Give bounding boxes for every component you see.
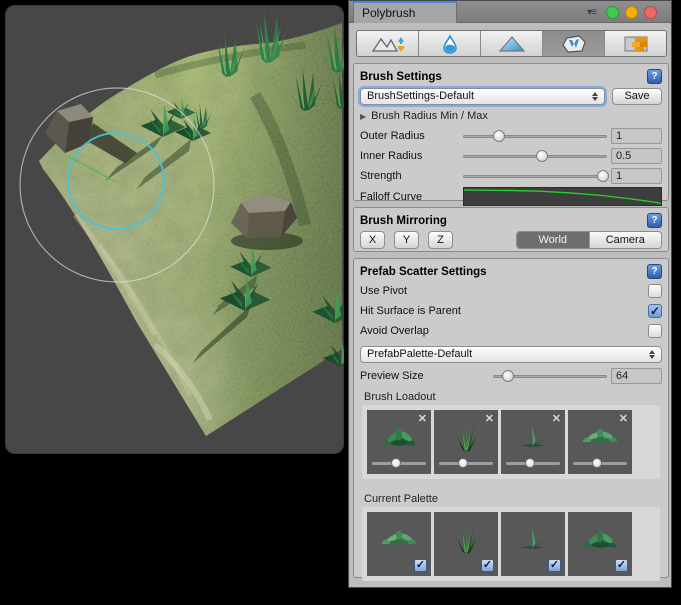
palette-item-4[interactable]: ✓: [568, 512, 632, 576]
inner-radius-slider[interactable]: [463, 149, 607, 163]
preview-size-value[interactable]: 64: [611, 368, 662, 384]
mountain-raise-lower-icon: [371, 34, 405, 54]
plant-spread-thumbnail: [375, 520, 423, 560]
hit-surface-parent-label: Hit Surface is Parent: [360, 305, 461, 317]
palette-item-checkbox[interactable]: ✓: [414, 559, 427, 572]
tab-polybrush[interactable]: Polybrush: [353, 1, 457, 23]
help-icon[interactable]: ?: [647, 213, 662, 228]
mirror-y-button[interactable]: Y: [394, 231, 419, 249]
plant-tallgrass-thumbnail: [442, 520, 490, 560]
falloff-curve-label: Falloff Curve: [360, 191, 463, 203]
outer-radius-label: Outer Radius: [360, 130, 463, 142]
outer-radius-slider[interactable]: [463, 129, 607, 143]
plant-tallgrass-thumbnail: [442, 418, 490, 458]
water-drop-icon: [440, 34, 460, 54]
panel-title: Polybrush: [362, 6, 415, 20]
brush-settings-title: Brush Settings: [360, 71, 647, 83]
panel-titlebar: Polybrush ▾≡: [349, 1, 671, 23]
loadout-weight-slider[interactable]: [506, 458, 560, 468]
brush-settings-section: Brush Settings ? BrushSettings-Default S…: [353, 63, 669, 201]
foldout-arrow-icon: ▶: [360, 112, 366, 121]
use-pivot-label: Use Pivot: [360, 285, 407, 297]
loadout-weight-slider[interactable]: [372, 458, 426, 468]
inner-radius-label: Inner Radius: [360, 150, 463, 162]
loadout-weight-slider[interactable]: [439, 458, 493, 468]
mirror-x-button[interactable]: X: [360, 231, 385, 249]
plant-spread-thumbnail: [576, 418, 624, 458]
preview-size-slider[interactable]: [493, 369, 607, 383]
preview-size-label: Preview Size: [360, 370, 493, 382]
prefab-scatter-title: Prefab Scatter Settings: [360, 266, 647, 278]
brush-loadout-strip: ✕ ✕ ✕ ✕: [362, 405, 660, 479]
prefab-scatter-section: Prefab Scatter Settings ? Use Pivot ✓ Hi…: [353, 258, 669, 578]
palette-item-2[interactable]: ✓: [434, 512, 498, 576]
scatter-rock-icon: [561, 34, 587, 54]
palette-item-checkbox[interactable]: ✓: [481, 559, 494, 572]
use-pivot-checkbox[interactable]: ✓: [648, 284, 662, 298]
palette-item-checkbox[interactable]: ✓: [548, 559, 561, 572]
mode-scatter-button[interactable]: [543, 31, 605, 56]
mode-smooth-button[interactable]: [419, 31, 481, 56]
brush-mirroring-title: Brush Mirroring: [360, 215, 647, 227]
inner-radius-value[interactable]: 0.5: [611, 148, 662, 164]
plant-fern-thumbnail: [509, 418, 557, 458]
mode-texture-button[interactable]: [605, 31, 666, 56]
brush-loadout-label: Brush Loadout: [364, 391, 664, 403]
prefab-palette-dropdown[interactable]: PrefabPalette-Default: [360, 346, 662, 363]
texture-bricks-icon: [623, 34, 649, 54]
loadout-weight-slider[interactable]: [573, 458, 627, 468]
help-icon[interactable]: ?: [647, 69, 662, 84]
mirror-space-camera[interactable]: Camera: [589, 232, 662, 248]
mirror-z-button[interactable]: Z: [428, 231, 453, 249]
brush-mode-toolbar: [356, 30, 667, 57]
palette-item-1[interactable]: ✓: [367, 512, 431, 576]
terrain-scene: [5, 5, 344, 454]
brush-settings-preset-dropdown[interactable]: BrushSettings-Default: [360, 88, 605, 105]
plant-fern-thumbnail: [509, 520, 557, 560]
window-button-red[interactable]: [644, 6, 657, 19]
page: Polybrush ▾≡: [0, 0, 681, 605]
outer-radius-value[interactable]: 1: [611, 128, 662, 144]
avoid-overlap-label: Avoid Overlap: [360, 325, 429, 337]
panel-menu-icon[interactable]: ▾≡: [587, 7, 596, 18]
window-button-green[interactable]: [606, 6, 619, 19]
window-button-yellow[interactable]: [625, 6, 638, 19]
falloff-curve-field[interactable]: [463, 187, 662, 206]
loadout-slot-3[interactable]: ✕: [501, 410, 565, 474]
current-palette-label: Current Palette: [364, 493, 664, 505]
dropdown-stepper-icon: [592, 92, 598, 101]
loadout-slot-2[interactable]: ✕: [434, 410, 498, 474]
palette-item-3[interactable]: ✓: [501, 512, 565, 576]
loadout-slot-4[interactable]: ✕: [568, 410, 632, 474]
plant-broadleaf-thumbnail: [576, 520, 624, 560]
brush-mirroring-section: Brush Mirroring ? X Y Z World Camera: [353, 207, 669, 252]
strength-label: Strength: [360, 170, 463, 182]
loadout-slot-1[interactable]: ✕: [367, 410, 431, 474]
save-brush-settings-button[interactable]: Save: [612, 88, 662, 105]
polybrush-panel: Polybrush ▾≡: [348, 0, 672, 588]
mode-paint-button[interactable]: [481, 31, 543, 56]
paint-triangle-icon: [498, 34, 526, 54]
help-icon[interactable]: ?: [647, 264, 662, 279]
mirror-space-segment: World Camera: [516, 231, 662, 249]
strength-slider[interactable]: [463, 169, 607, 183]
strength-value[interactable]: 1: [611, 168, 662, 184]
current-palette-strip: ✓ ✓ ✓ ✓: [362, 507, 660, 581]
dropdown-stepper-icon: [649, 350, 655, 359]
mode-sculpt-button[interactable]: [357, 31, 419, 56]
brush-radius-minmax-foldout[interactable]: ▶ Brush Radius Min / Max: [360, 110, 488, 122]
mirror-space-world[interactable]: World: [517, 232, 589, 248]
avoid-overlap-checkbox[interactable]: ✓: [648, 324, 662, 338]
scene-viewport[interactable]: [5, 5, 344, 454]
hit-surface-parent-checkbox[interactable]: ✓: [648, 304, 662, 318]
palette-item-checkbox[interactable]: ✓: [615, 559, 628, 572]
plant-broadleaf-thumbnail: [375, 418, 423, 458]
